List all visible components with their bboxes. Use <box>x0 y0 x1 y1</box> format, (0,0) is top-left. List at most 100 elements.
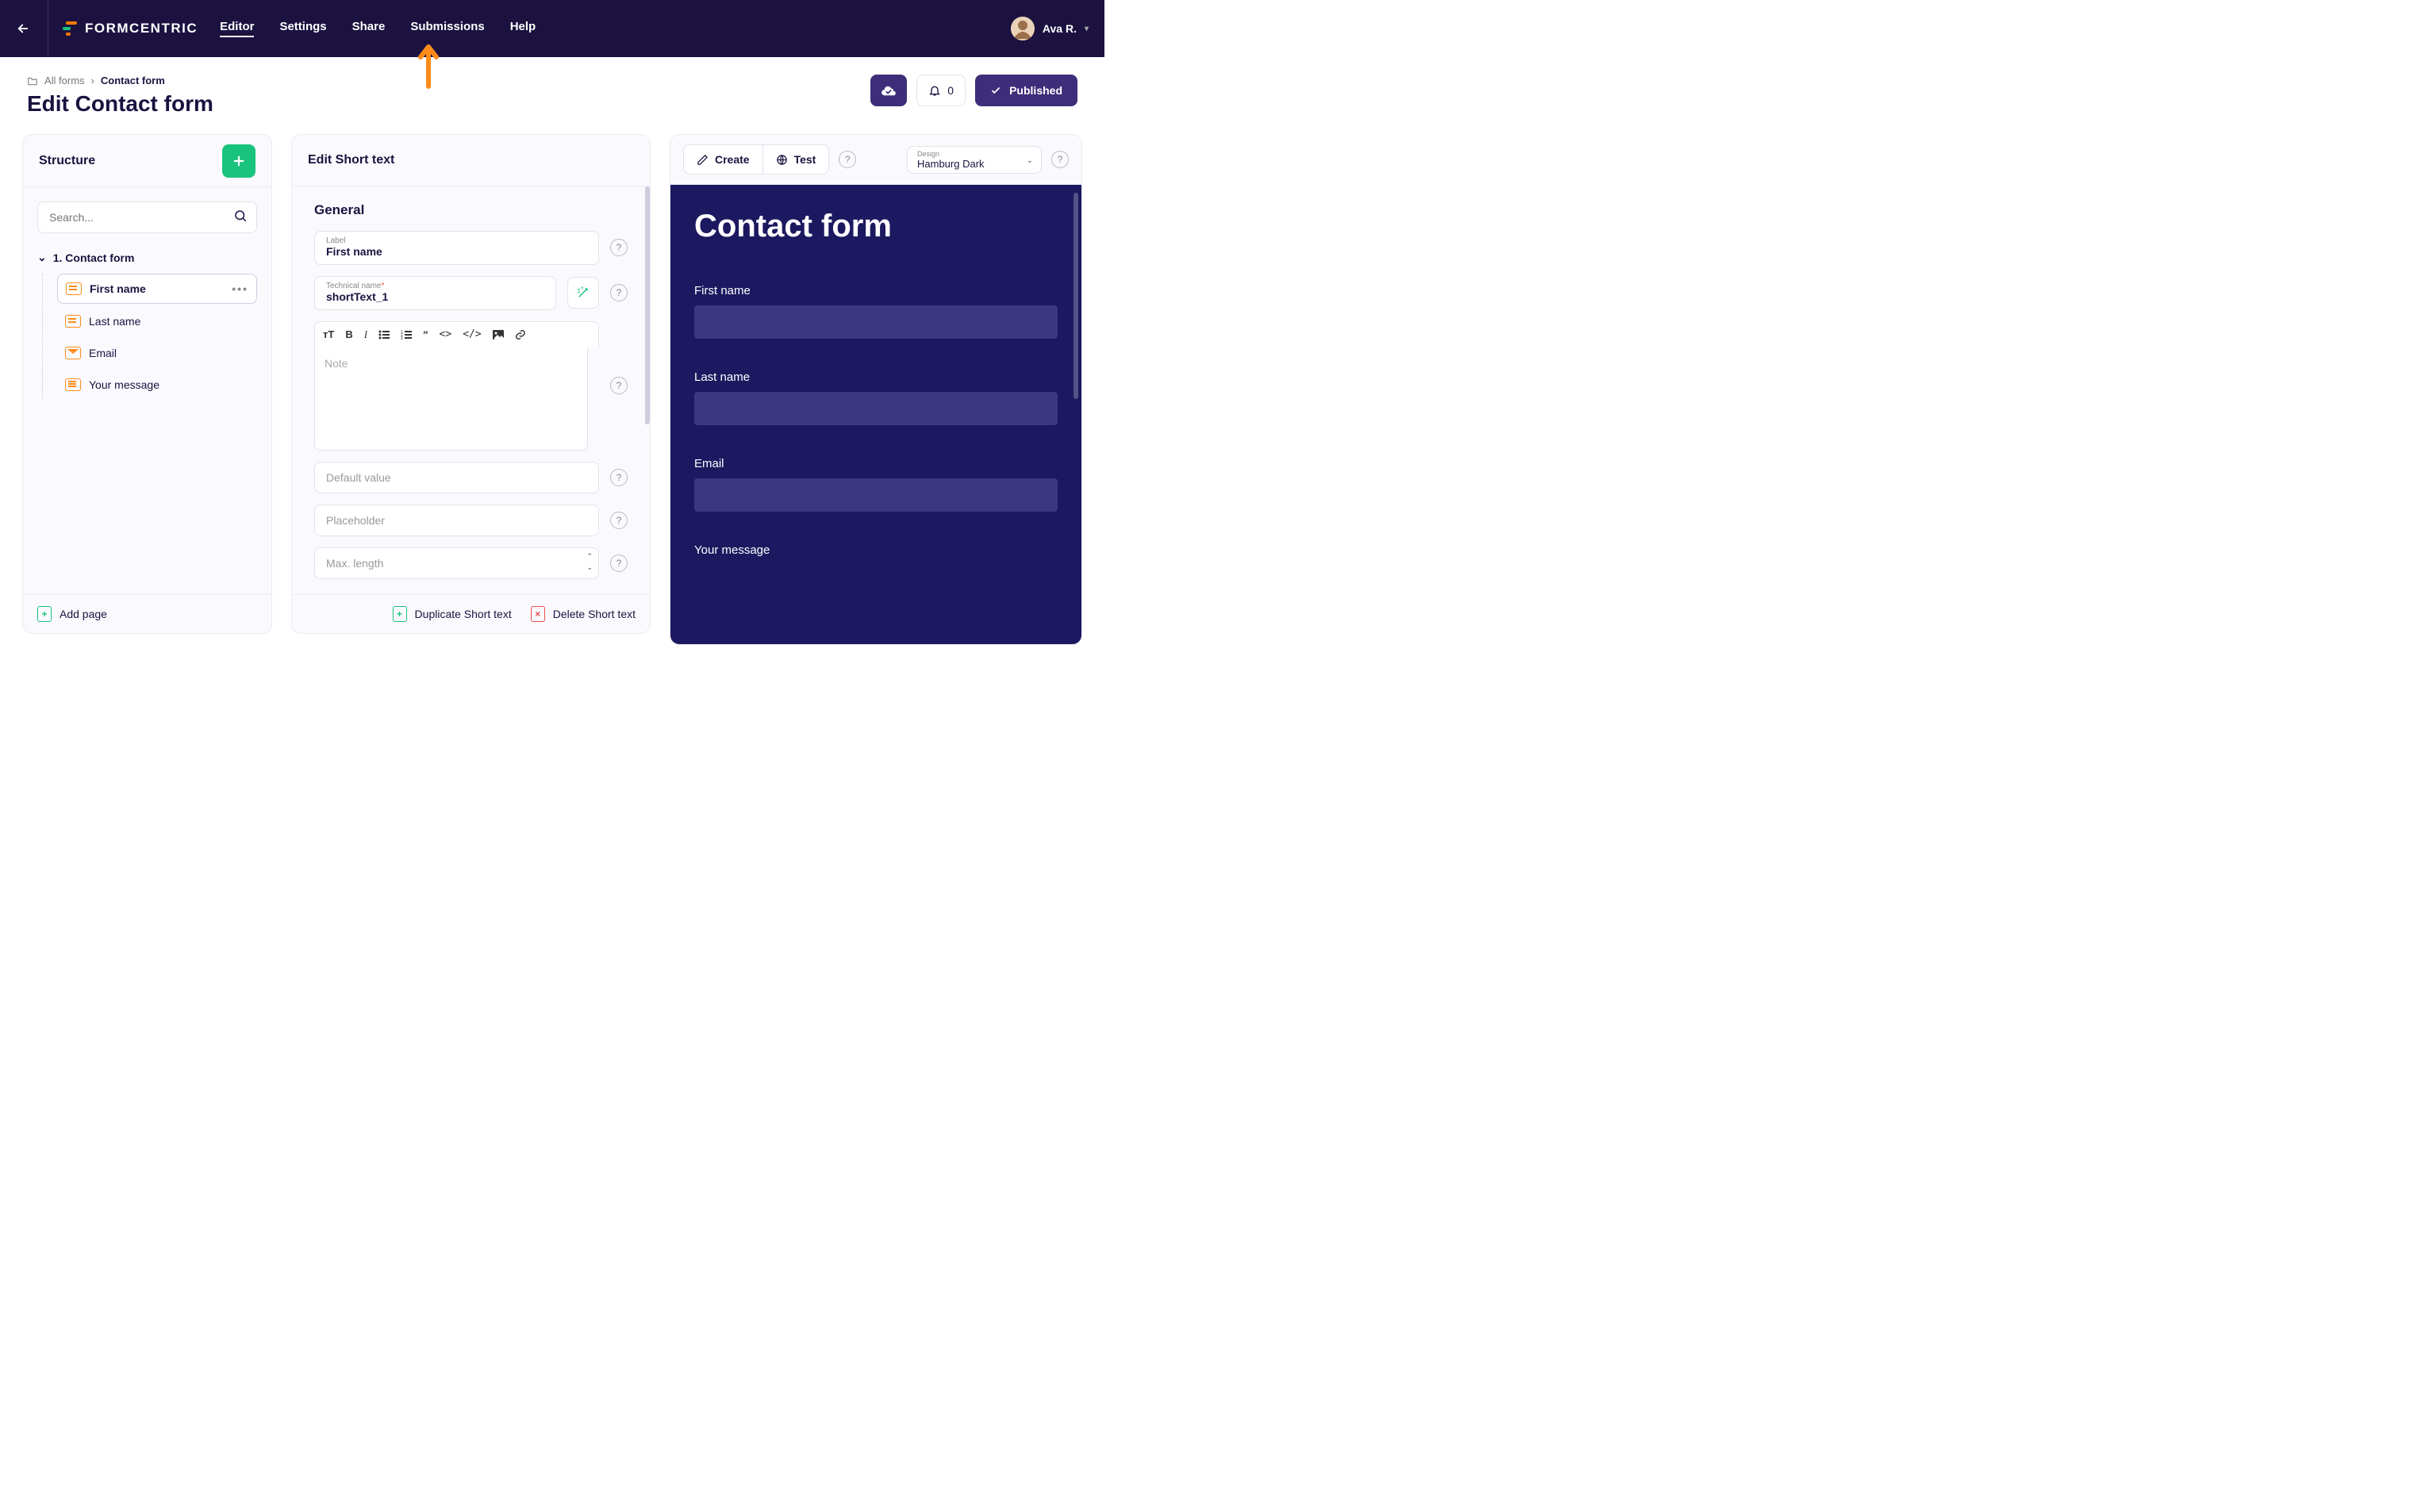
notification-count: 0 <box>947 84 954 97</box>
help-icon[interactable]: ? <box>610 377 628 394</box>
text-field-icon <box>65 315 81 328</box>
workarea: Structure ⌄ 1. Contact form First name <box>0 126 1104 642</box>
chevron-down-icon[interactable]: ⌄ <box>586 562 593 573</box>
preview-mode-segment: Create Test <box>683 144 829 175</box>
nav-item-settings[interactable]: Settings <box>279 20 326 37</box>
rte-italic-icon[interactable]: I <box>364 328 367 341</box>
chevron-up-icon[interactable]: ⌃ <box>586 551 593 562</box>
bell-icon <box>928 84 941 97</box>
duplicate-button[interactable]: + Duplicate Short text <box>393 606 512 622</box>
structure-panel: Structure ⌄ 1. Contact form First name <box>22 134 272 634</box>
add-page-button[interactable]: + Add page <box>37 606 107 622</box>
delete-label: Delete Short text <box>553 608 636 620</box>
rte-textsize-icon[interactable]: тT <box>323 328 334 341</box>
help-icon[interactable]: ? <box>610 512 628 529</box>
technical-input-shell[interactable]: Technical name* <box>314 276 556 310</box>
test-label: Test <box>794 153 816 166</box>
placeholder-input[interactable] <box>314 505 599 536</box>
tree-root[interactable]: ⌄ 1. Contact form <box>37 244 257 271</box>
test-mode-button[interactable]: Test <box>762 145 829 174</box>
label-input[interactable] <box>326 245 587 258</box>
nav-item-share[interactable]: Share <box>352 20 386 37</box>
preview-field-email: Email <box>694 457 1058 512</box>
logo[interactable]: FORMCENTRIC <box>63 21 198 36</box>
help-icon[interactable]: ? <box>839 151 856 168</box>
tree-item-message[interactable]: Your message <box>57 370 257 399</box>
add-element-button[interactable] <box>222 144 255 178</box>
preview-form-title: Contact form <box>694 209 1058 244</box>
help-icon[interactable]: ? <box>610 555 628 572</box>
edit-body: General Label ? Technical name* ? <box>292 186 650 594</box>
user-menu[interactable]: Ava R. ▾ <box>1011 17 1089 40</box>
rte-quote-icon[interactable]: ” <box>423 328 428 341</box>
number-stepper[interactable]: ⌃⌄ <box>586 551 593 573</box>
help-icon[interactable]: ? <box>610 469 628 486</box>
delete-icon: × <box>531 606 545 622</box>
tree-item-first-name[interactable]: First name ••• <box>57 274 257 304</box>
rte-ol-icon[interactable]: 123 <box>401 328 412 341</box>
technical-field-label: Technical name* <box>326 282 544 290</box>
more-icon[interactable]: ••• <box>232 282 248 295</box>
maxlength-input[interactable] <box>314 547 599 579</box>
magic-wand-button[interactable] <box>567 277 599 309</box>
chevron-down-icon: ⌄ <box>37 251 47 264</box>
design-value: Hamburg Dark <box>917 158 1031 170</box>
maxlength-row: ⌃⌄ ? <box>314 547 628 579</box>
structure-footer: + Add page <box>23 594 271 633</box>
add-page-label: Add page <box>60 608 107 620</box>
help-icon[interactable]: ? <box>1051 151 1069 168</box>
rte-link-icon[interactable] <box>515 328 526 341</box>
avatar <box>1011 17 1035 40</box>
design-select[interactable]: Design Hamburg Dark ⌄ <box>907 146 1042 174</box>
rte-codeblock-icon[interactable]: </> <box>463 328 481 341</box>
label-input-shell[interactable]: Label <box>314 231 599 265</box>
chevron-right-icon: › <box>91 75 94 86</box>
chevron-down-icon: ▾ <box>1085 25 1089 33</box>
svg-text:3: 3 <box>401 336 403 340</box>
rte-image-icon[interactable] <box>493 328 504 341</box>
search-input[interactable] <box>37 201 257 233</box>
default-value-input[interactable] <box>314 462 599 493</box>
breadcrumb-current: Contact form <box>101 75 165 86</box>
preview-field-last-name: Last name <box>694 370 1058 425</box>
structure-title: Structure <box>39 154 95 168</box>
rte-code-icon[interactable]: <> <box>440 328 452 341</box>
tree-item-email[interactable]: Email <box>57 339 257 367</box>
delete-button[interactable]: × Delete Short text <box>531 606 636 622</box>
tree-item-last-name[interactable]: Last name <box>57 307 257 336</box>
tree-item-label: First name <box>90 282 146 295</box>
edit-panel: Edit Short text General Label ? Technica… <box>291 134 651 634</box>
notifications-button[interactable]: 0 <box>916 75 966 106</box>
default-value-row: ? <box>314 462 628 493</box>
create-mode-button[interactable]: Create <box>684 145 762 174</box>
breadcrumb-root[interactable]: All forms <box>44 75 85 86</box>
add-page-icon: + <box>37 606 52 622</box>
duplicate-icon: + <box>393 606 407 622</box>
preview-field-first-name: First name <box>694 284 1058 339</box>
pencil-icon <box>697 154 709 166</box>
nav-item-editor[interactable]: Editor <box>220 20 254 37</box>
nav-item-submissions[interactable]: Submissions <box>410 20 484 37</box>
preview-field-label: Your message <box>694 543 1058 557</box>
tree-item-label: Email <box>89 347 117 359</box>
published-button[interactable]: Published <box>975 75 1077 106</box>
rte-bold-icon[interactable]: B <box>345 328 352 341</box>
preview-field-label: Last name <box>694 370 1058 384</box>
help-icon[interactable]: ? <box>610 284 628 301</box>
technical-name-row: Technical name* ? <box>314 276 628 310</box>
folder-icon <box>27 76 38 86</box>
nav-item-help[interactable]: Help <box>510 20 536 37</box>
help-icon[interactable]: ? <box>610 239 628 256</box>
rte-ul-icon[interactable] <box>378 328 390 341</box>
preview-input[interactable] <box>694 305 1058 339</box>
published-label: Published <box>1009 84 1062 97</box>
page-header: All forms › Contact form Edit Contact fo… <box>0 57 1104 126</box>
preview-input[interactable] <box>694 478 1058 512</box>
technical-name-input[interactable] <box>326 290 544 303</box>
note-textarea[interactable]: Note <box>314 347 588 451</box>
breadcrumb: All forms › Contact form <box>27 75 213 86</box>
cloud-save-button[interactable] <box>870 75 907 106</box>
edit-footer: + Duplicate Short text × Delete Short te… <box>292 594 650 633</box>
back-button[interactable] <box>16 21 48 36</box>
preview-input[interactable] <box>694 392 1058 425</box>
